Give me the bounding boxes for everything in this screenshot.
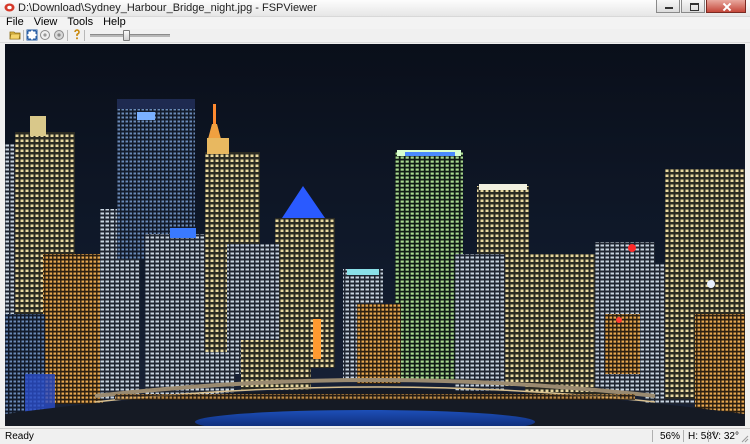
vertical-readout: V: 32° bbox=[712, 431, 739, 442]
title-bar[interactable]: D:\Download\Sydney_Harbour_Bridge_night.… bbox=[0, 0, 750, 17]
toolbar-separator bbox=[23, 30, 24, 41]
app-window: D:\Download\Sydney_Harbour_Bridge_night.… bbox=[0, 0, 750, 444]
window-controls bbox=[656, 0, 746, 14]
maximize-button[interactable] bbox=[681, 0, 705, 13]
autorotate-icon[interactable] bbox=[39, 29, 51, 41]
status-divider bbox=[708, 430, 709, 442]
status-bar: Ready 56% H: 58° V: 32° bbox=[0, 428, 750, 444]
menu-tools[interactable]: Tools bbox=[61, 17, 97, 29]
toolbar bbox=[0, 29, 750, 43]
app-icon bbox=[4, 3, 15, 12]
window-title: D:\Download\Sydney_Harbour_Bridge_night.… bbox=[18, 2, 317, 14]
menu-help[interactable]: Help bbox=[97, 17, 130, 29]
close-button[interactable] bbox=[706, 0, 746, 13]
help-circle-icon[interactable] bbox=[53, 29, 65, 41]
zoom-readout: 56% bbox=[660, 431, 681, 442]
status-text: Ready bbox=[5, 431, 34, 442]
info-icon[interactable] bbox=[71, 29, 83, 41]
menu-file[interactable]: File bbox=[0, 17, 28, 29]
open-folder-icon[interactable] bbox=[9, 29, 21, 41]
zoom-slider-track[interactable] bbox=[90, 34, 170, 37]
toolbar-separator bbox=[84, 30, 85, 41]
minimize-button[interactable] bbox=[656, 0, 680, 13]
fullscreen-icon[interactable] bbox=[26, 29, 38, 41]
status-divider bbox=[652, 430, 653, 442]
status-divider bbox=[683, 430, 684, 442]
resize-grip-icon[interactable] bbox=[741, 435, 749, 443]
toolbar-separator bbox=[67, 30, 68, 41]
menu-view[interactable]: View bbox=[28, 17, 62, 29]
zoom-slider-thumb[interactable] bbox=[123, 30, 130, 41]
panorama-viewport[interactable] bbox=[5, 44, 745, 426]
menu-bar: File View Tools Help bbox=[0, 17, 750, 29]
panorama-image bbox=[5, 44, 745, 426]
